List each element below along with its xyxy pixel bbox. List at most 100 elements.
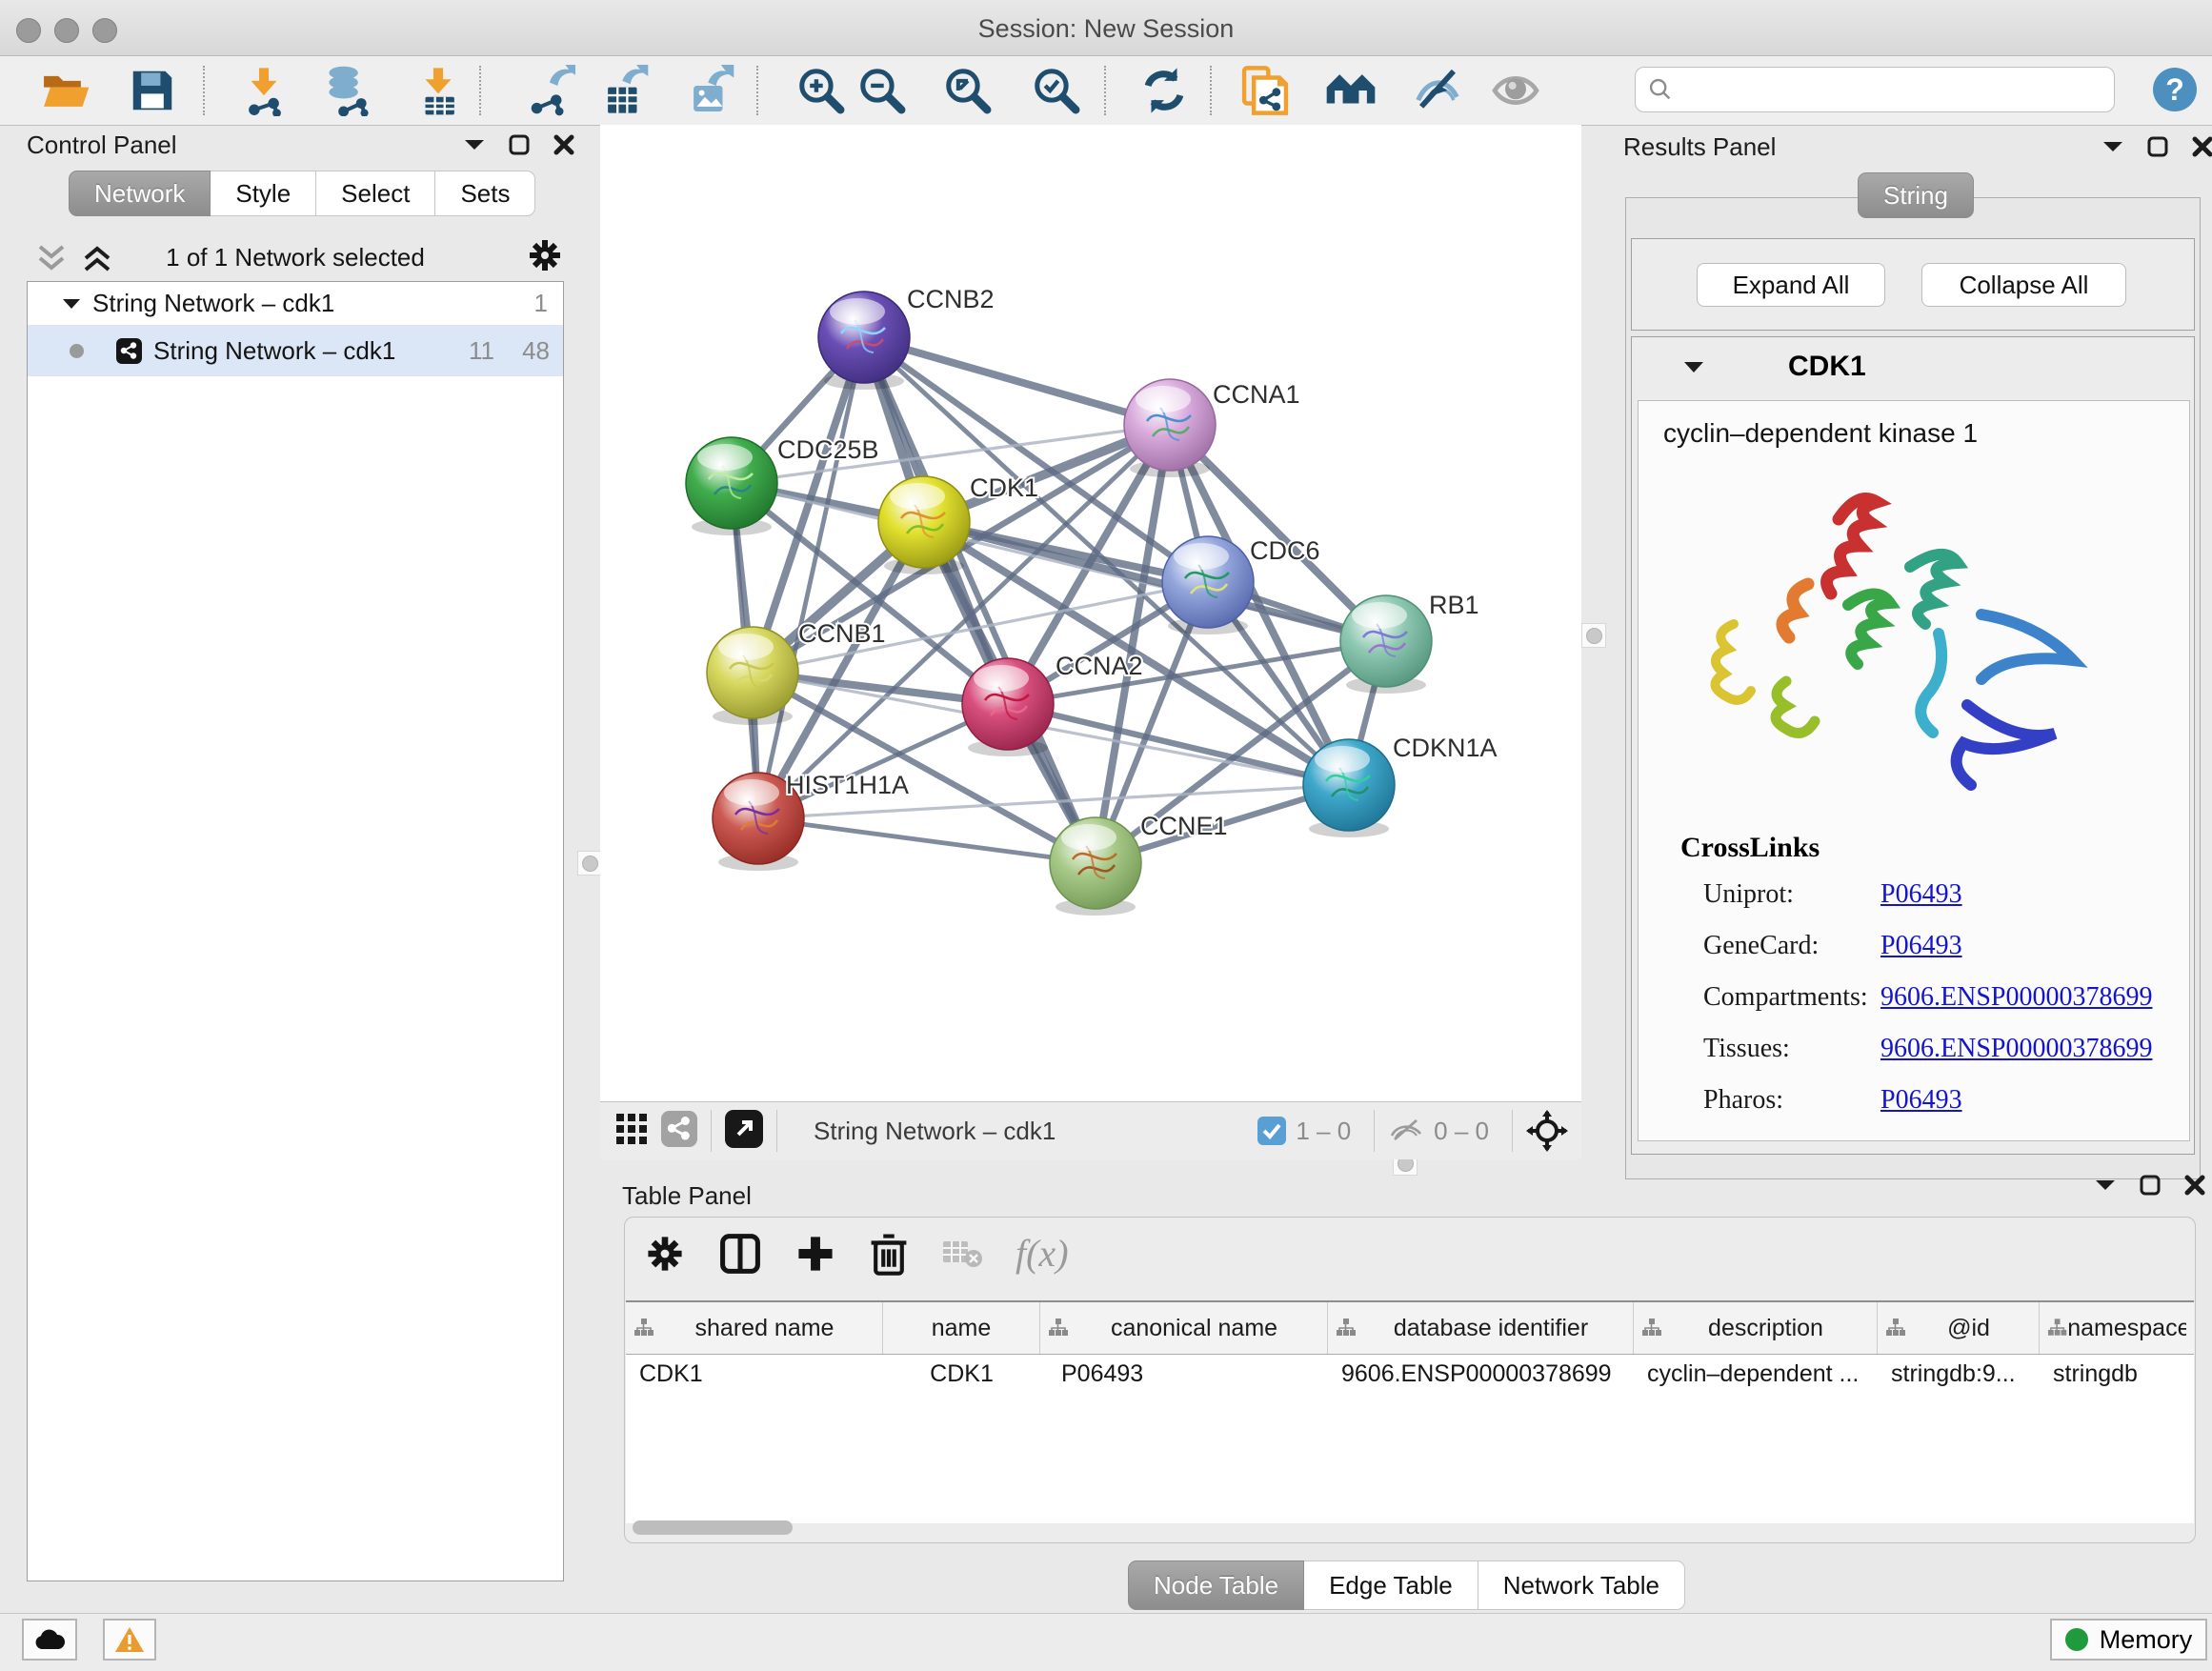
open-session-icon[interactable] (38, 64, 91, 117)
toolbar-separator (479, 66, 481, 115)
home-icon[interactable] (1324, 64, 1377, 117)
float-panel-icon[interactable] (2094, 1178, 2117, 1193)
gene-section-header[interactable]: CDK1 (1632, 337, 2194, 396)
tab-select[interactable]: Select (316, 171, 435, 216)
network-node-hist1h1a[interactable]: HIST1H1A (713, 771, 909, 871)
network-overview-icon[interactable] (661, 1111, 697, 1152)
network-node-count: 11 (469, 336, 494, 366)
detach-view-icon[interactable] (725, 1110, 763, 1153)
right-splitter-handle[interactable] (1581, 623, 1606, 648)
tab-string[interactable]: String (1858, 172, 1974, 218)
memory-button[interactable]: Memory (2050, 1619, 2207, 1661)
zoom-fit-icon[interactable] (941, 64, 995, 117)
export-table-icon[interactable] (597, 64, 651, 117)
collection-expand-icon[interactable] (62, 297, 81, 311)
network-row-selected[interactable]: String Network – cdk1 11 48 (28, 325, 563, 376)
network-node-rb1[interactable]: RB1 (1340, 591, 1479, 694)
import-network-file-icon[interactable] (237, 64, 291, 117)
network-graph[interactable]: CCNB2CCNA1CDC25BCDK1CDC6RB1CCNB1CCNA2CDK… (600, 125, 1581, 1101)
birds-eye-view-icon[interactable] (615, 1113, 648, 1150)
network-canvas[interactable]: CCNB2CCNA1CDC25BCDK1CDC6RB1CCNB1CCNA2CDK… (600, 125, 1581, 1101)
tab-sets[interactable]: Sets (435, 171, 535, 216)
close-panel-icon[interactable] (2191, 135, 2212, 158)
gene-detail-card: cyclin–dependent kinase 1 CrossLinks Uni… (1638, 400, 2190, 1141)
network-options-gear-icon[interactable] (526, 236, 564, 279)
network-node-cdk1[interactable]: CDK1 (878, 473, 1038, 574)
copy-network-style-icon[interactable] (1238, 64, 1292, 117)
crosslink-link[interactable]: P06493 (1880, 931, 1962, 961)
warning-icon (114, 1626, 145, 1653)
maximize-panel-icon[interactable] (2140, 1175, 2161, 1196)
search-field[interactable] (1635, 67, 2115, 112)
hidden-eye-icon (1388, 1117, 1424, 1145)
zoom-selected-icon[interactable] (1030, 64, 1083, 117)
node-label: CDKN1A (1393, 734, 1498, 762)
column-header[interactable]: @id (1878, 1302, 2040, 1354)
crosslink-link[interactable]: P06493 (1880, 879, 1962, 910)
crosslink-link[interactable]: 9606.ENSP00000378699 (1880, 1034, 2152, 1064)
maximize-panel-icon[interactable] (2147, 136, 2168, 157)
toolbar-separator (756, 66, 758, 115)
close-panel-icon[interactable] (2183, 1174, 2206, 1197)
maximize-panel-icon[interactable] (509, 134, 530, 155)
column-header[interactable]: name (883, 1302, 1040, 1354)
refresh-icon[interactable] (1137, 64, 1191, 117)
crosslink-link[interactable]: P06493 (1880, 1085, 1962, 1116)
import-network-database-icon[interactable] (320, 64, 373, 117)
float-panel-icon[interactable] (2101, 139, 2124, 154)
close-panel-icon[interactable] (553, 133, 575, 156)
crosslink-label: Compartments: (1703, 982, 1880, 1013)
gene-collapse-icon[interactable] (1683, 360, 1704, 374)
zoom-out-icon[interactable] (855, 64, 909, 117)
show-panels-icon[interactable] (1489, 64, 1542, 117)
warnings-button[interactable] (103, 1619, 156, 1661)
main-toolbar: ? (0, 56, 2212, 126)
horizontal-scrollbar[interactable] (633, 1520, 793, 1535)
table-row[interactable]: CDK1 CDK1 P06493 9606.ENSP00000378699 cy… (626, 1355, 2194, 1399)
collapse-all-networks-icon[interactable] (36, 241, 67, 280)
hide-panels-icon[interactable] (1411, 64, 1464, 117)
show-columns-icon[interactable] (718, 1232, 762, 1276)
save-session-icon[interactable] (126, 64, 179, 117)
export-network-icon[interactable] (523, 64, 576, 117)
toolbar-separator (1210, 66, 1212, 115)
cloud-button[interactable] (22, 1619, 77, 1661)
column-type-icon (1048, 1318, 1069, 1339)
expand-all-button[interactable]: Expand All (1697, 263, 1885, 307)
float-panel-icon[interactable] (463, 137, 486, 152)
column-header[interactable]: namespace (2040, 1302, 2194, 1354)
tab-network[interactable]: Network (69, 171, 211, 216)
create-column-plus-icon[interactable] (794, 1233, 836, 1275)
import-table-file-icon[interactable] (412, 64, 465, 117)
footer-separator (1512, 1110, 1513, 1152)
delete-column-trash-icon[interactable] (869, 1232, 909, 1276)
left-splitter-handle[interactable] (577, 851, 602, 876)
crosslink-label: Pharos: (1703, 1085, 1880, 1116)
node-label: CCNE1 (1140, 812, 1228, 840)
column-header[interactable]: canonical name (1040, 1302, 1328, 1354)
column-header[interactable]: description (1634, 1302, 1878, 1354)
crosslink-link[interactable]: 9606.ENSP00000378699 (1880, 982, 2152, 1013)
tab-node-table[interactable]: Node Table (1128, 1560, 1304, 1610)
crosslink-row: Compartments:9606.ENSP00000378699 (1703, 982, 2180, 1013)
help-icon[interactable]: ? (2153, 68, 2197, 111)
table-settings-gear-icon[interactable] (644, 1233, 686, 1275)
network-node-cdkn1a[interactable]: CDKN1A (1303, 734, 1498, 837)
network-collection-row[interactable]: String Network – cdk1 1 (28, 282, 563, 325)
network-tree: String Network – cdk1 1 String Network –… (27, 281, 564, 1581)
column-header[interactable]: shared name (626, 1302, 883, 1354)
collapse-all-button[interactable]: Collapse All (1921, 263, 2126, 307)
node-label: CCNA2 (1056, 652, 1143, 680)
function-builder-icon[interactable]: f(x) (1016, 1231, 1069, 1276)
export-image-icon[interactable] (683, 64, 736, 117)
tab-style[interactable]: Style (211, 171, 316, 216)
search-input[interactable] (1674, 75, 2087, 104)
column-header[interactable]: database identifier (1328, 1302, 1634, 1354)
footer-separator (1374, 1110, 1375, 1152)
center-view-icon[interactable] (1526, 1110, 1568, 1152)
delete-table-icon[interactable] (941, 1238, 983, 1270)
tab-edge-table[interactable]: Edge Table (1304, 1560, 1478, 1610)
tab-network-table[interactable]: Network Table (1478, 1560, 1685, 1610)
zoom-in-icon[interactable] (794, 64, 848, 117)
expand-all-networks-icon[interactable] (82, 241, 112, 280)
